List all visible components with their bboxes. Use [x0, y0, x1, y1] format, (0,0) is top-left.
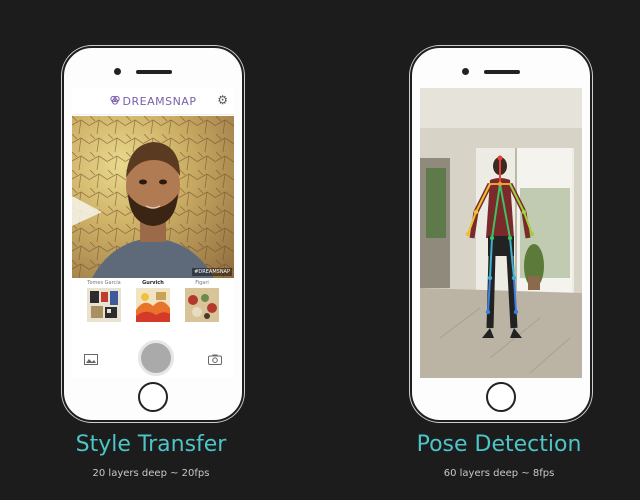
style-transfer-title: Style Transfer: [75, 432, 227, 457]
style-thumbnail: [87, 288, 121, 322]
style-thumbnail: [136, 288, 170, 322]
pose-detection-title: Pose Detection: [416, 432, 582, 457]
dreamsnap-screen: DREAMSNAP ⚙ #DREAMSNAP Tomes García Gurv…: [72, 88, 234, 378]
style-transfer-subtitle: 20 layers deep ~ 20fps: [92, 468, 210, 479]
home-button: [486, 382, 516, 412]
camera-controls: [72, 336, 234, 376]
pose-detection-subtitle: 60 layers deep ~ 8fps: [443, 468, 555, 479]
phone-style-transfer: DREAMSNAP ⚙ #DREAMSNAP Tomes García Gurv…: [62, 46, 244, 422]
front-camera: [114, 68, 121, 75]
settings-gear-icon[interactable]: ⚙: [217, 93, 228, 107]
style-label: Gurvich: [142, 280, 164, 286]
watermark-label: #DREAMSNAP: [192, 268, 232, 276]
gallery-icon[interactable]: [84, 350, 98, 369]
stylized-portrait: [72, 116, 234, 278]
speaker-grille: [136, 70, 172, 74]
app-name: DREAMSNAP: [122, 94, 197, 108]
shutter-button[interactable]: [138, 340, 174, 376]
style-thumbnail: [185, 288, 219, 322]
style-label: Tomes García: [87, 280, 121, 286]
stylized-camera-preview: #DREAMSNAP: [72, 116, 234, 278]
phone-pose-detection: [410, 46, 592, 422]
style-option-figari[interactable]: Figari: [178, 280, 226, 322]
style-option-tomes-garcia[interactable]: Tomes García: [80, 280, 128, 322]
home-button: [138, 382, 168, 412]
pose-camera-view: [420, 88, 582, 378]
speaker-grille: [484, 70, 520, 74]
style-option-gurvich[interactable]: Gurvich: [129, 280, 177, 322]
flip-camera-icon[interactable]: [208, 350, 222, 369]
brand: DREAMSNAP: [109, 94, 197, 108]
style-selector: Tomes García Gurvich Figari: [72, 280, 234, 330]
front-camera: [462, 68, 469, 75]
app-header: DREAMSNAP ⚙: [72, 88, 234, 115]
style-label: Figari: [195, 280, 209, 286]
pose-camera-screen: [420, 88, 582, 378]
dreamsnap-logo-icon: [109, 95, 120, 108]
